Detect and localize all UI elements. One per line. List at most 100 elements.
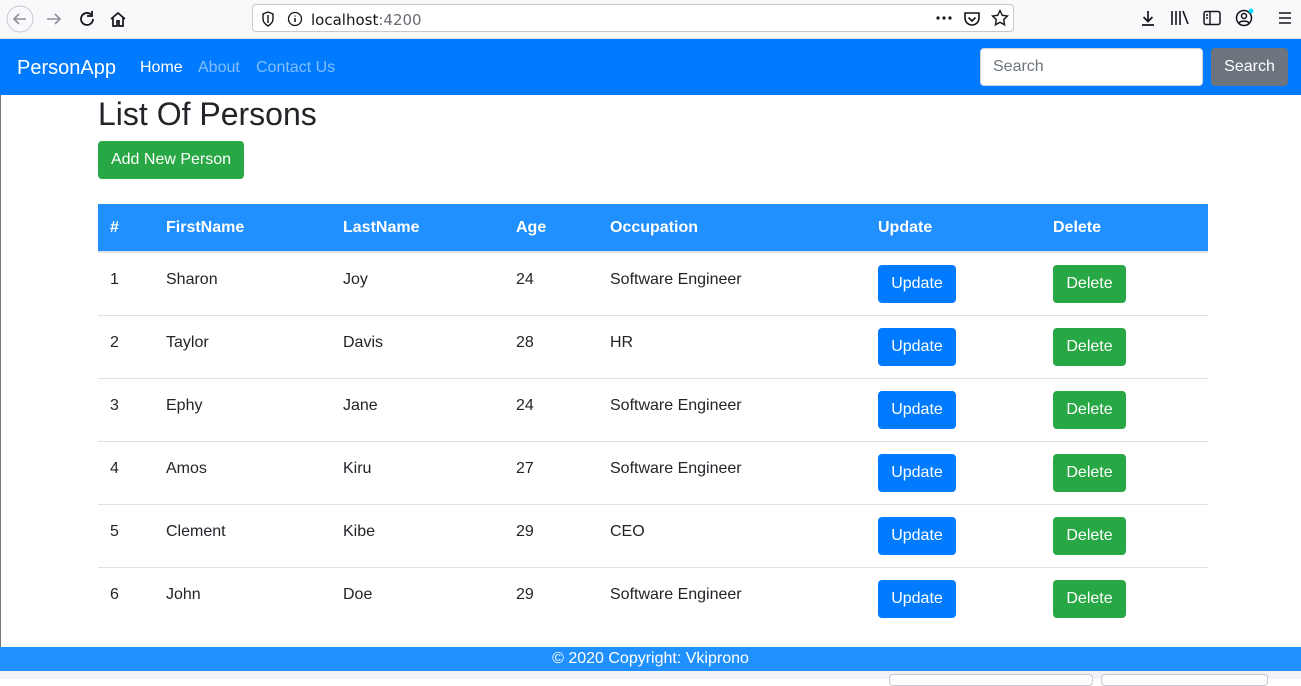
cell-age: 24 (504, 378, 598, 442)
partial-button-left[interactable] (889, 674, 1093, 686)
cell-firstname-text: Taylor (166, 334, 209, 351)
delete-button[interactable]: Delete (1053, 517, 1126, 555)
brand-logo[interactable]: PersonApp (17, 57, 116, 80)
cell-age-text: 27 (516, 460, 534, 477)
shield-icon[interactable] (261, 11, 275, 32)
column-header-occupation: Occupation (598, 204, 866, 253)
pocket-icon[interactable] (963, 10, 981, 33)
column-header-id: # (98, 204, 154, 253)
cell-age: 24 (504, 252, 598, 316)
nav-link-about[interactable]: About (198, 59, 240, 77)
column-header-age: Age (504, 204, 598, 253)
update-button[interactable]: Update (878, 580, 956, 618)
cell-id-text: 4 (110, 460, 119, 477)
delete-button[interactable]: Delete (1053, 580, 1126, 618)
search-button[interactable]: Search (1211, 48, 1288, 86)
cell-delete: Delete (1041, 252, 1208, 316)
url-port: :4200 (378, 11, 422, 29)
cell-id: 5 (98, 504, 154, 568)
update-button[interactable]: Update (878, 328, 956, 366)
page-title: List Of Persons (98, 96, 317, 132)
cell-update: Update (866, 441, 1041, 505)
footer-copyright: © 2020 Copyright: Vkiprono (552, 650, 749, 667)
cell-id: 4 (98, 441, 154, 505)
update-button[interactable]: Update (878, 265, 956, 303)
cell-id: 6 (98, 568, 154, 631)
more-icon[interactable] (935, 10, 953, 31)
delete-button[interactable]: Delete (1053, 328, 1126, 366)
cell-lastname-text: Kiru (343, 460, 372, 477)
cell-firstname: Taylor (154, 315, 331, 379)
back-icon[interactable] (6, 5, 34, 33)
cell-firstname-text: Amos (166, 460, 207, 477)
footer: © 2020 Copyright: Vkiprono (0, 647, 1301, 671)
partial-button-right[interactable] (1101, 674, 1268, 686)
forward-icon[interactable] (40, 5, 68, 33)
cell-age-text: 24 (516, 271, 534, 288)
cell-delete: Delete (1041, 568, 1208, 631)
cell-firstname: Clement (154, 504, 331, 568)
cell-occupation: Software Engineer (598, 441, 866, 505)
table-row: 4 Amos Kiru 27 Software Engineer Update … (98, 441, 1208, 505)
cell-id-text: 5 (110, 523, 119, 540)
column-header-firstname: FirstName (154, 204, 331, 253)
column-header-update: Update (866, 204, 1041, 253)
table-row: 6 John Doe 29 Software Engineer Update D… (98, 568, 1208, 631)
account-icon[interactable] (1234, 8, 1254, 28)
reload-icon[interactable] (73, 5, 101, 33)
delete-button[interactable]: Delete (1053, 454, 1126, 492)
cell-firstname-text: Ephy (166, 397, 203, 414)
cell-occupation: HR (598, 315, 866, 379)
cell-id: 1 (98, 252, 154, 316)
info-icon[interactable] (287, 11, 303, 32)
add-new-person-button[interactable]: Add New Person (98, 141, 244, 179)
column-header-delete: Delete (1041, 204, 1208, 253)
delete-button[interactable]: Delete (1053, 391, 1126, 429)
cell-id: 2 (98, 315, 154, 379)
cell-firstname: Sharon (154, 252, 331, 316)
cell-id-text: 2 (110, 334, 119, 351)
url-text: localhost:4200 (311, 11, 422, 29)
cell-firstname: Ephy (154, 378, 331, 442)
cell-lastname: Jane (331, 378, 504, 442)
page-left-border (0, 95, 1, 647)
url-host: localhost (311, 11, 379, 29)
update-button[interactable]: Update (878, 454, 956, 492)
cell-occupation: Software Engineer (598, 252, 866, 316)
menu-icon[interactable] (1275, 8, 1295, 28)
delete-button[interactable]: Delete (1053, 265, 1126, 303)
cell-age: 29 (504, 504, 598, 568)
table-row: 2 Taylor Davis 28 HR Update Delete (98, 315, 1208, 379)
cell-occupation-text: HR (610, 334, 634, 351)
cell-id-text: 6 (110, 586, 119, 603)
cell-lastname-text: Kibe (343, 523, 376, 540)
nav-link-contact[interactable]: Contact Us (256, 59, 335, 77)
cell-lastname-text: Joy (343, 271, 368, 288)
cell-occupation: CEO (598, 504, 866, 568)
update-button[interactable]: Update (878, 391, 956, 429)
cell-occupation-text: Software Engineer (610, 271, 742, 288)
star-icon[interactable] (990, 8, 1010, 32)
download-icon[interactable] (1138, 8, 1158, 28)
search-input[interactable] (980, 48, 1203, 86)
table-row: 1 Sharon Joy 24 Software Engineer Update… (98, 252, 1208, 316)
cell-lastname: Davis (331, 315, 504, 379)
cell-lastname: Kibe (331, 504, 504, 568)
cell-update: Update (866, 378, 1041, 442)
update-button[interactable]: Update (878, 517, 956, 555)
cell-lastname: Doe (331, 568, 504, 631)
cell-lastname-text: Davis (343, 334, 384, 351)
cell-firstname-text: Sharon (166, 271, 218, 288)
cell-id-text: 3 (110, 397, 119, 414)
library-icon[interactable] (1170, 8, 1190, 28)
cell-update: Update (866, 315, 1041, 379)
url-bar[interactable]: localhost:4200 (252, 4, 1014, 32)
sidebar-icon[interactable] (1202, 8, 1222, 28)
nav-link-home[interactable]: Home (140, 59, 183, 77)
cell-delete: Delete (1041, 441, 1208, 505)
home-icon[interactable] (104, 5, 132, 33)
cell-occupation-text: Software Engineer (610, 460, 742, 477)
app-navbar: PersonApp Home About Contact Us Search (0, 39, 1301, 95)
cell-lastname: Kiru (331, 441, 504, 505)
table-header-row: # FirstName LastName Age Occupation Upda… (98, 204, 1208, 253)
